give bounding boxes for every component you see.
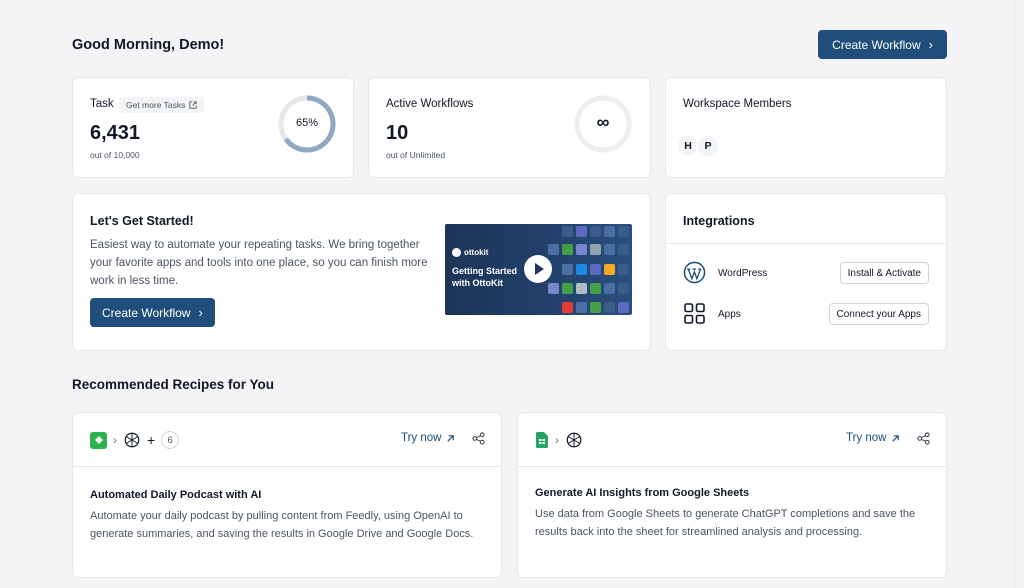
getting-started-button-label: Create Workflow: [102, 305, 191, 320]
play-icon[interactable]: [524, 255, 552, 283]
members-label: Workspace Members: [683, 98, 792, 110]
video-title: Getting Started with OttoKit: [452, 265, 517, 289]
chevron-right-icon: ›: [113, 433, 117, 447]
openai-icon: [124, 432, 140, 448]
get-more-tasks-link[interactable]: Get more Tasks: [119, 97, 205, 113]
integrations-card: Integrations WordPress Install & Activat…: [665, 193, 947, 351]
chevron-right-icon: ›: [198, 305, 203, 320]
workflows-limit: out of Unlimited: [386, 150, 446, 160]
workflows-ring: ∞: [573, 94, 633, 154]
ottokit-logo-icon: [452, 248, 461, 257]
extra-apps-count: 6: [161, 431, 180, 449]
task-progress-ring: 65%: [277, 94, 337, 154]
workflows-count: 10: [386, 122, 409, 144]
getting-started-card: Let's Get Started! Easiest way to automa…: [72, 193, 651, 351]
create-workflow-label: Create Workflow: [832, 37, 921, 52]
create-workflow-button[interactable]: Create Workflow ›: [818, 30, 947, 59]
get-more-tasks-label: Get more Tasks: [126, 100, 186, 110]
getting-started-create-button[interactable]: Create Workflow ›: [90, 298, 215, 327]
google-sheets-icon: [535, 431, 549, 449]
workflows-label: Active Workflows: [386, 98, 474, 110]
workflows-card: Active Workflows 10 out of Unlimited ∞: [368, 77, 651, 178]
openai-icon: [566, 432, 582, 448]
connect-apps-button[interactable]: Connect your Apps: [828, 303, 929, 325]
external-link-icon: [189, 101, 198, 109]
task-label: Task: [90, 98, 114, 110]
recipe-card[interactable]: › + 6 Try now Automated Daily Podcast wi…: [72, 412, 502, 578]
greeting-heading: Good Morning, Demo!: [72, 37, 225, 53]
install-activate-button[interactable]: Install & Activate: [839, 262, 929, 284]
video-brand-label: ottokit: [464, 248, 489, 257]
task-card: Task Get more Tasks 6,431 out of 10,000 …: [72, 77, 354, 178]
recipe-description: Use data from Google Sheets to generate …: [535, 508, 916, 538]
wordpress-icon: [683, 261, 706, 284]
recipe-title: Automated Daily Podcast with AI: [90, 489, 262, 501]
recipe-title: Generate AI Insights from Google Sheets: [535, 487, 750, 499]
apps-label: Apps: [718, 309, 741, 320]
task-limit: out of 10,000: [90, 150, 140, 160]
getting-started-title: Let's Get Started!: [90, 214, 194, 228]
video-brand: ottokit: [452, 248, 488, 257]
video-title-line1: Getting Started: [452, 266, 518, 276]
arrow-up-right-icon: [892, 434, 900, 442]
try-now-link[interactable]: Try now: [846, 432, 900, 444]
page-header: Good Morning, Demo! Create Workflow ›: [72, 30, 947, 60]
video-title-line2: with OttoKit: [452, 278, 503, 288]
plus-icon: +: [147, 432, 156, 448]
recipe-card-header: › + 6 Try now: [73, 413, 501, 467]
integrations-title: Integrations: [683, 214, 755, 228]
try-now-label: Try now: [846, 432, 887, 444]
divider: [666, 243, 946, 244]
recipe-app-icons: ›: [535, 431, 583, 449]
apps-grid-icon: [684, 303, 705, 324]
task-count: 6,431: [90, 122, 141, 144]
feedly-icon: [90, 431, 107, 449]
recipe-card[interactable]: › Try now Generate AI Insights from Goog…: [517, 412, 947, 578]
infinity-icon: ∞: [596, 112, 610, 132]
members-card: Workspace Members H P: [665, 77, 947, 178]
share-icon[interactable]: [472, 432, 485, 445]
recipe-card-header: › Try now: [518, 413, 946, 467]
try-now-link[interactable]: Try now: [401, 432, 455, 444]
getting-started-description: Easiest way to automate your repeating t…: [90, 239, 428, 287]
chevron-right-icon: ›: [928, 37, 933, 52]
arrow-up-right-icon: [447, 434, 455, 442]
recipes-section-title: Recommended Recipes for You: [72, 377, 275, 392]
avatar[interactable]: P: [696, 134, 720, 158]
try-now-label: Try now: [401, 432, 442, 444]
task-percent: 65%: [295, 117, 319, 129]
wordpress-label: WordPress: [718, 268, 768, 279]
recipe-description: Automate your daily podcast by pulling c…: [90, 510, 474, 540]
chevron-right-icon: ›: [555, 433, 559, 447]
page-scrollbar[interactable]: [1014, 0, 1024, 588]
share-icon[interactable]: [917, 432, 930, 445]
recipe-app-icons: › + 6: [90, 431, 180, 449]
getting-started-video[interactable]: ottokit Getting Started with OttoKit: [445, 224, 632, 315]
